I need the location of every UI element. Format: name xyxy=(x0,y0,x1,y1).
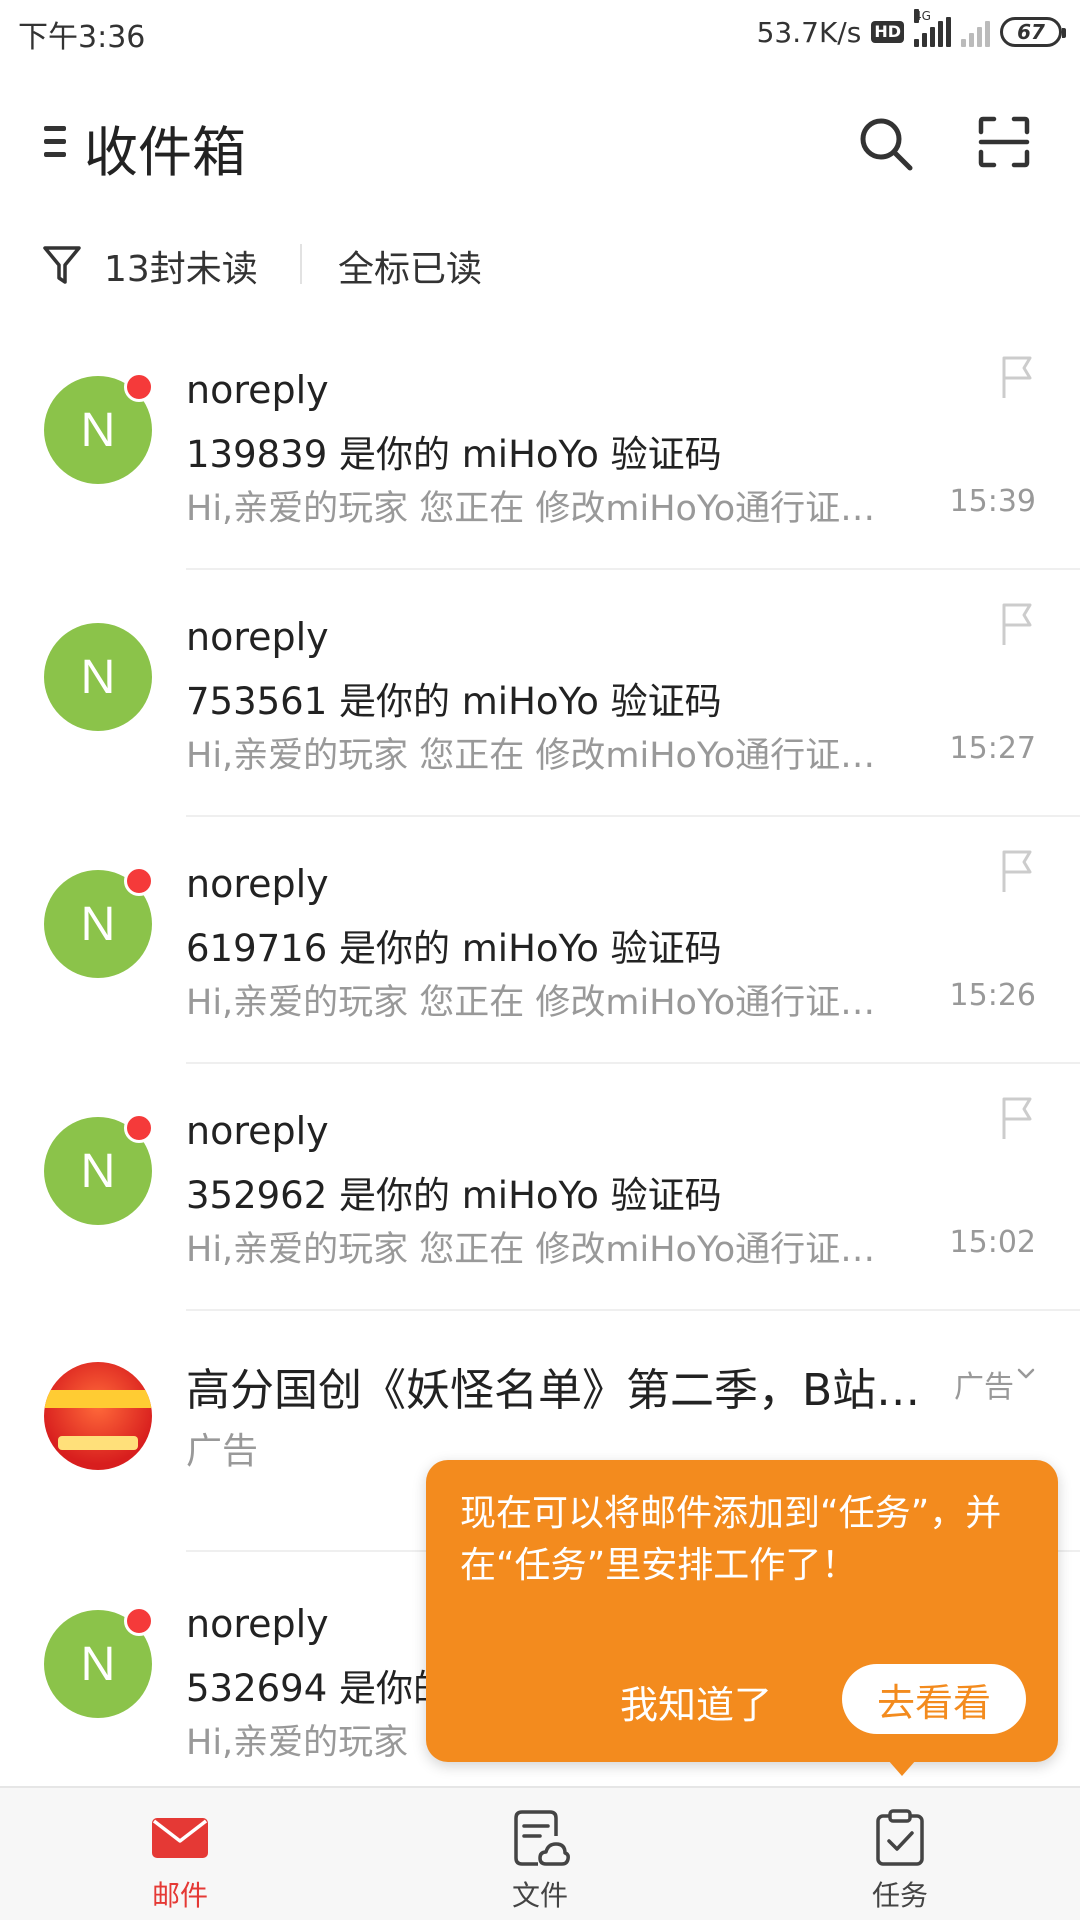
mail-subject: 352962 是你的 miHoYo 验证码 xyxy=(186,1174,722,1217)
tooltip-text: 现在可以将邮件添加到“任务”，并在“任务”里安排工作了！ xyxy=(460,1493,1002,1586)
tab-tasks[interactable]: 任务 xyxy=(800,1788,1000,1920)
mail-sender: noreply xyxy=(186,862,329,906)
network-type-label: 4G xyxy=(914,9,931,23)
tab-label: 任务 xyxy=(871,1879,928,1912)
unread-dot xyxy=(124,1113,154,1143)
mail-sender: noreply xyxy=(186,1602,329,1646)
flag-icon[interactable] xyxy=(1000,601,1036,647)
divider xyxy=(300,244,302,284)
unread-count-filter[interactable]: 13封未读 xyxy=(104,240,258,292)
network-speed: 53.7K/s xyxy=(756,15,862,49)
tooltip-pointer xyxy=(888,1760,916,1776)
chevron-down-icon[interactable] xyxy=(1016,1364,1036,1384)
filter-bar: 13封未读 全标已读 xyxy=(0,236,1080,292)
signal-strength-2-icon xyxy=(961,17,990,47)
mail-preview: Hi,亲爱的玩家 您正在 修改miHoYo通行证… xyxy=(186,736,876,776)
menu-icon[interactable] xyxy=(44,122,68,162)
tab-label: 文件 xyxy=(511,1879,568,1912)
mail-time: 15:26 xyxy=(949,978,1036,1013)
page-title: 收件箱 xyxy=(84,121,246,184)
app-header: 收件箱 xyxy=(0,100,1080,184)
mail-sender: noreply xyxy=(186,615,329,659)
search-icon[interactable] xyxy=(856,114,916,174)
scan-icon[interactable] xyxy=(978,116,1030,168)
mail-time: 15:02 xyxy=(949,1225,1036,1260)
row-divider xyxy=(186,1062,1080,1064)
mail-subject: 139839 是你的 miHoYo 验证码 xyxy=(186,433,722,476)
mail-subject: 753561 是你的 miHoYo 验证码 xyxy=(186,680,722,723)
status-time: 下午3:36 xyxy=(18,20,146,55)
ad-image xyxy=(44,1362,152,1470)
mail-subject: 532694 是你的 xyxy=(186,1667,451,1710)
battery-level: 67 xyxy=(1017,20,1045,44)
mail-time: 15:27 xyxy=(949,731,1036,766)
file-cloud-icon xyxy=(514,1810,570,1866)
mail-sender: noreply xyxy=(186,368,329,412)
tab-files[interactable]: 文件 xyxy=(440,1788,640,1920)
ad-image-band xyxy=(58,1436,138,1450)
ad-badge: 广告 xyxy=(954,1370,1014,1405)
signal-strength-icon: 4G xyxy=(914,9,951,47)
mail-icon xyxy=(152,1818,208,1858)
mail-subject: 619716 是你的 miHoYo 验证码 xyxy=(186,927,722,970)
mail-preview: Hi,亲爱的玩家 您正在 修改miHoYo通行证… xyxy=(186,983,876,1023)
mail-preview: Hi,亲爱的玩家 您正在 修改miHoYo通行证… xyxy=(186,489,876,529)
bottom-nav: 邮件 文件 任务 xyxy=(0,1786,1080,1920)
mail-list-item[interactable]: N noreply 139839 是你的 miHoYo 验证码 Hi,亲爱的玩家… xyxy=(0,324,1080,570)
mark-all-read-button[interactable]: 全标已读 xyxy=(338,240,482,292)
row-divider xyxy=(186,815,1080,817)
sender-avatar: N xyxy=(44,623,152,731)
mail-list-item[interactable]: N noreply 753561 是你的 miHoYo 验证码 Hi,亲爱的玩家… xyxy=(0,571,1080,817)
battery-icon: 67 xyxy=(1000,17,1066,47)
dismiss-button[interactable]: 我知道了 xyxy=(620,1674,772,1729)
mail-list-item[interactable]: N noreply 352962 是你的 miHoYo 验证码 Hi,亲爱的玩家… xyxy=(0,1065,1080,1311)
go-look-button[interactable]: 去看看 xyxy=(842,1664,1026,1734)
filter-icon[interactable] xyxy=(42,244,82,286)
ad-image-band xyxy=(44,1390,152,1408)
flag-icon[interactable] xyxy=(1000,848,1036,894)
hd-badge: HD xyxy=(871,21,904,43)
tab-mail[interactable]: 邮件 xyxy=(80,1788,280,1920)
mail-sender: noreply xyxy=(186,1109,329,1153)
row-divider xyxy=(186,568,1080,570)
flag-icon[interactable] xyxy=(1000,354,1036,400)
task-tooltip: 现在可以将邮件添加到“任务”，并在“任务”里安排工作了！ 我知道了 去看看 xyxy=(426,1460,1058,1762)
status-indicators: 53.7K/s HD 4G 67 xyxy=(756,9,1066,52)
task-icon xyxy=(876,1809,924,1866)
tab-label: 邮件 xyxy=(151,1879,208,1912)
unread-dot xyxy=(124,372,154,402)
ad-title: 高分国创《妖怪名单》第二季，B站… xyxy=(186,1365,921,1416)
mail-preview: Hi,亲爱的玩家 您正在 修改miHoYo通行证… xyxy=(186,1230,876,1270)
unread-dot xyxy=(124,866,154,896)
ad-label: 广告 xyxy=(186,1431,259,1472)
flag-icon[interactable] xyxy=(1000,1095,1036,1141)
mail-list-item[interactable]: N noreply 619716 是你的 miHoYo 验证码 Hi,亲爱的玩家… xyxy=(0,818,1080,1064)
mail-time: 15:39 xyxy=(949,484,1036,519)
status-bar: 下午3:36 53.7K/s HD 4G 67 xyxy=(0,0,1080,64)
unread-dot xyxy=(124,1606,154,1636)
